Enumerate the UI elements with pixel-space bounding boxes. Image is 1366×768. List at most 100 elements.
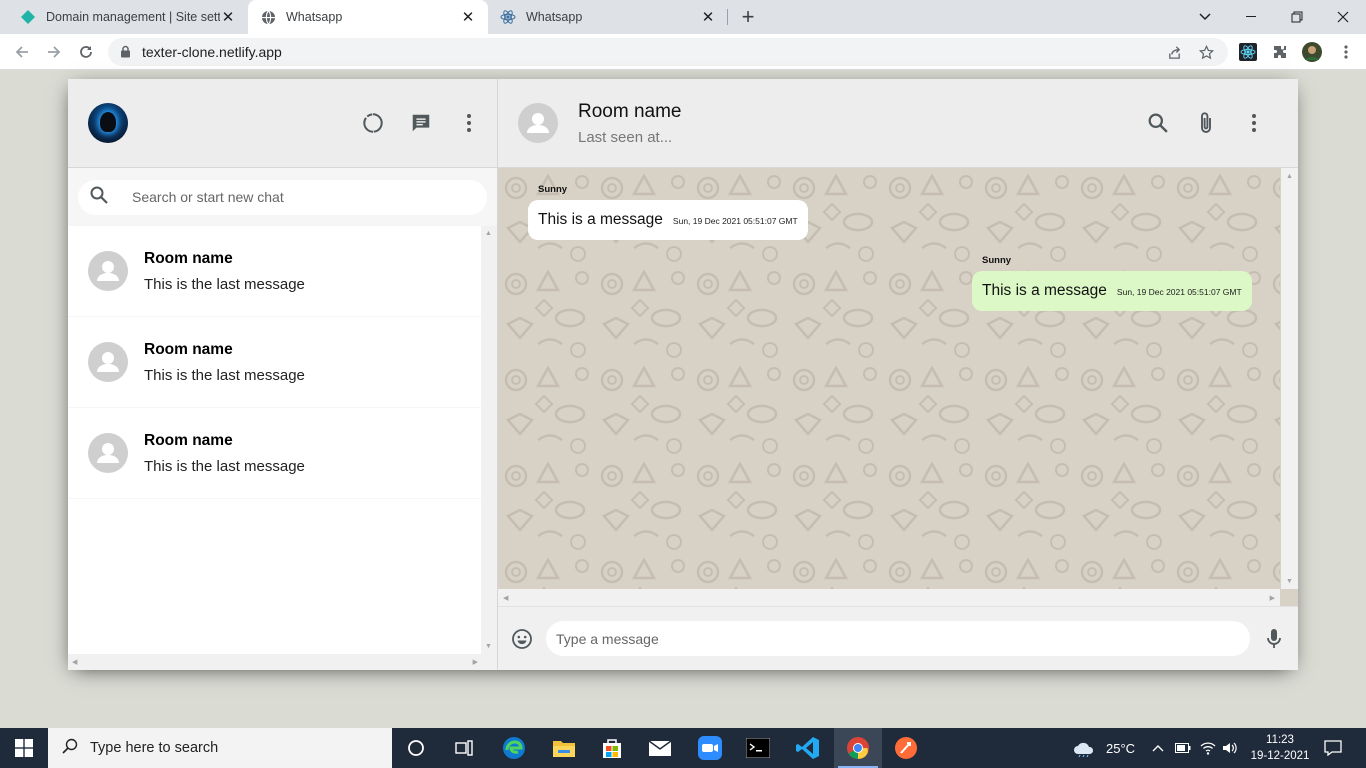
wifi-icon[interactable] [1200,728,1216,768]
notification-center-icon[interactable] [1324,728,1342,768]
weather-widget[interactable]: 25°C [1072,728,1135,768]
new-chat-icon[interactable] [409,111,433,135]
chat-list-horizontal-scrollbar[interactable]: ◀ ▶ [68,654,482,670]
chat-header: Room name Last seen at... [498,79,1298,168]
scroll-down-arrow[interactable]: ▼ [1286,578,1293,585]
restore-button[interactable] [1274,0,1320,34]
tab-separator [727,9,728,25]
minimize-button[interactable] [1228,0,1274,34]
user-avatar[interactable] [88,103,128,143]
microphone-icon[interactable] [1262,627,1286,651]
room-avatar [88,433,128,473]
search-icon[interactable] [90,186,108,209]
mail-icon[interactable] [636,728,684,768]
system-clock[interactable]: 11:23 19-12-2021 [1244,732,1316,764]
edge-icon[interactable] [490,728,538,768]
scroll-left-arrow[interactable]: ◀ [503,594,508,602]
chat-list-item[interactable]: Room name This is the last message [68,408,482,499]
browser-toolbar: texter-clone.netlify.app [0,34,1366,70]
search-input[interactable] [132,189,452,205]
chat-list: Room name This is the last message Room … [68,226,497,670]
profile-avatar[interactable] [1302,42,1322,62]
whatsapp-app: Room name This is the last message Room … [68,79,1298,670]
more-options-icon[interactable] [457,111,481,135]
message-text: This is a message [982,282,1107,299]
chat-room-name: Room name [578,100,682,122]
globe-icon [260,9,276,25]
room-avatar[interactable] [518,103,558,143]
message-bubble-receiver: Sunny This is a message Sun, 19 Dec 2021 … [972,255,1252,311]
sidebar: Room name This is the last message Room … [68,79,498,670]
tab-title: Whatsapp [286,10,343,24]
attach-file-icon[interactable] [1194,111,1218,135]
zoom-icon[interactable] [686,728,734,768]
scroll-up-arrow[interactable]: ▲ [1286,173,1293,180]
netlify-diamond-icon [20,9,36,25]
more-options-icon[interactable] [1242,111,1266,135]
lock-icon[interactable] [120,45,131,63]
scroll-right-arrow[interactable]: ▶ [473,658,478,666]
address-bar[interactable]: texter-clone.netlify.app [108,38,1228,66]
room-avatar [88,251,128,291]
terminal-icon[interactable] [734,728,782,768]
message-input[interactable] [556,630,1240,647]
search-icon[interactable] [1146,111,1170,135]
show-hidden-icons-chevron-icon[interactable] [1152,728,1164,768]
back-button[interactable] [8,38,36,66]
last-message: This is the last message [144,275,305,293]
room-name: Room name [144,431,233,449]
reload-button[interactable] [72,38,100,66]
status-icon[interactable] [361,111,385,135]
browser-tab-strip: Domain management | Site settin ✕ Whatsa… [0,0,1366,34]
close-tab-icon[interactable]: ✕ [700,9,716,26]
chat-horizontal-scrollbar[interactable]: ◀ ▶ [498,589,1280,606]
bookmark-star-icon[interactable] [1198,44,1214,60]
message-author: Sunny [538,184,568,195]
react-devtools-extension-icon[interactable] [1238,42,1258,62]
close-tab-icon[interactable]: ✕ [220,9,236,26]
close-tab-icon[interactable]: ✕ [460,9,476,26]
browser-menu-icon[interactable] [1336,42,1356,62]
react-icon [500,9,516,25]
search-container [78,179,487,215]
chat-footer [498,606,1298,670]
tab-domain-management[interactable]: Domain management | Site settin ✕ [8,0,248,34]
chat-header-info: Room name Last seen at... [578,101,1146,146]
taskbar-search-box[interactable]: Type here to search [48,728,392,768]
tab-search-icon[interactable] [1182,0,1228,34]
room-avatar [88,342,128,382]
scroll-up-arrow[interactable]: ▲ [485,230,492,237]
windows-start-icon[interactable] [0,728,48,768]
new-tab-button[interactable]: + [736,4,760,29]
battery-icon[interactable] [1175,728,1191,768]
scroll-down-arrow[interactable]: ▼ [485,643,492,650]
chat-vertical-scrollbar[interactable]: ▲ ▼ [1281,168,1298,589]
volume-icon[interactable] [1222,728,1238,768]
microsoft-store-icon[interactable] [588,728,636,768]
tab-whatsapp[interactable]: Whatsapp ✕ [488,0,728,34]
scroll-left-arrow[interactable]: ◀ [72,658,77,666]
cortana-icon[interactable] [392,728,440,768]
chat-body: Sunny This is a message Sun, 19 Dec 2021 … [498,168,1298,606]
close-window-button[interactable] [1320,0,1366,34]
task-view-icon[interactable] [440,728,488,768]
forward-button[interactable] [40,38,68,66]
emoji-icon[interactable] [510,627,534,651]
postman-icon[interactable] [882,728,930,768]
windows-taskbar: Type here to search 25°C 11:23 19-12-202… [0,728,1366,768]
sidebar-search [68,168,497,226]
chat-list-item[interactable]: Room name This is the last message [68,317,482,408]
file-explorer-icon[interactable] [540,728,588,768]
scroll-right-arrow[interactable]: ▶ [1270,594,1275,602]
tab-whatsapp-active[interactable]: Whatsapp ✕ [248,0,488,34]
chat-header-actions [1146,111,1266,135]
share-icon[interactable] [1166,44,1182,60]
weather-temperature: 25°C [1106,740,1136,756]
chrome-icon[interactable] [834,728,882,768]
extensions-puzzle-icon[interactable] [1270,42,1290,62]
sidebar-header-actions [361,111,481,135]
chat-list-vertical-scrollbar[interactable]: ▲ ▼ [481,226,497,670]
vscode-icon[interactable] [784,728,832,768]
message-timestamp: Sun, 19 Dec 2021 05:51:07 GMT [672,216,798,226]
chat-list-item[interactable]: Room name This is the last message [68,226,482,317]
